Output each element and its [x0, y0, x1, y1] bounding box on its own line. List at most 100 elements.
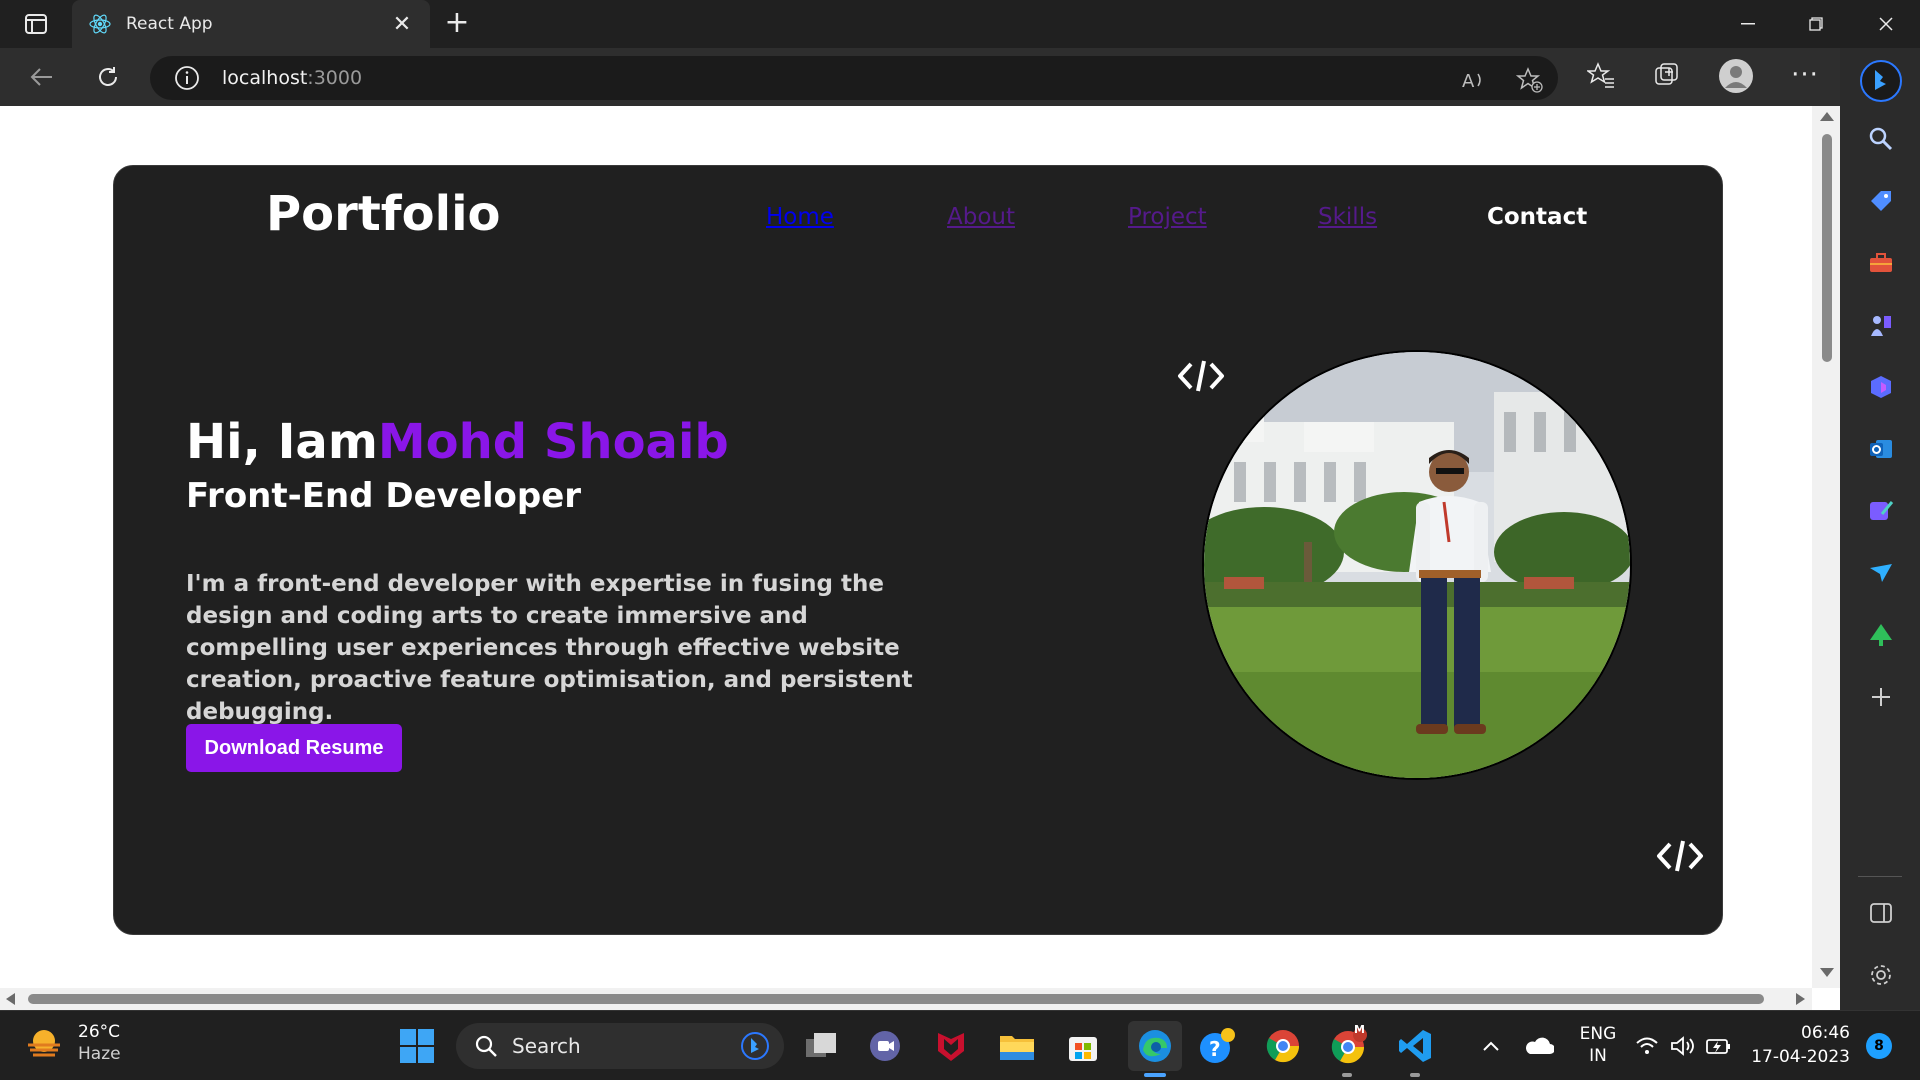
language-code: ENG	[1579, 1024, 1617, 1044]
site-logo[interactable]: Portfolio	[266, 186, 501, 242]
browser-tab[interactable]: React App ✕	[72, 0, 430, 48]
nav-link-skills[interactable]: Skills	[1318, 204, 1377, 230]
code-icon	[1178, 360, 1224, 392]
horizontal-scroll-thumb[interactable]	[28, 994, 1764, 1004]
edge-browser-icon[interactable]	[1128, 1021, 1182, 1071]
tree-icon[interactable]	[1866, 620, 1896, 650]
add-sidebar-app-icon[interactable]	[1866, 682, 1896, 712]
profile-photo	[1202, 350, 1632, 780]
browser-tab-bar: React App ✕ +	[0, 0, 1920, 48]
chrome-icon[interactable]	[1262, 1025, 1304, 1067]
download-resume-button[interactable]: Download Resume	[186, 724, 402, 772]
bing-copilot-icon[interactable]	[1860, 60, 1902, 102]
edge-sidebar	[1840, 48, 1920, 1010]
microsoft-365-icon[interactable]	[1866, 372, 1896, 402]
search-icon	[475, 1035, 497, 1057]
arrow-left-icon	[30, 68, 52, 86]
nav-link-contact[interactable]: Contact	[1487, 204, 1587, 230]
new-tab-button[interactable]: +	[440, 8, 474, 40]
scroll-up-arrow-icon[interactable]	[1820, 112, 1834, 121]
clock-date: 17-04-2023	[1751, 1047, 1850, 1067]
url-host: localhost	[222, 67, 308, 89]
nav-link-project[interactable]: Project	[1128, 204, 1207, 230]
vertical-scrollbar[interactable]	[1812, 106, 1840, 988]
games-icon[interactable]	[1866, 310, 1896, 340]
add-favorite-icon[interactable]	[1516, 66, 1544, 94]
url-port: :3000	[307, 67, 363, 89]
tab-close-icon[interactable]: ✕	[390, 12, 414, 37]
more-options-icon[interactable]: ···	[1790, 60, 1820, 90]
send-icon[interactable]	[1866, 558, 1896, 588]
chrome-running-indicator	[1342, 1073, 1352, 1077]
outlook-icon[interactable]	[1866, 434, 1896, 464]
weather-widget[interactable]: 26°C Haze	[24, 1021, 121, 1065]
svg-text:?: ?	[1209, 1037, 1221, 1061]
onedrive-cloud-icon[interactable]	[1518, 1025, 1560, 1067]
hero-greeting: Hi, IamMohd Shoaib	[186, 414, 729, 470]
back-button[interactable]	[22, 57, 62, 97]
tab-actions-button[interactable]	[16, 10, 56, 38]
sidebar-divider	[1858, 876, 1902, 877]
vscode-running-indicator	[1410, 1073, 1420, 1077]
hero-name: Mohd Shoaib	[377, 414, 729, 470]
weather-temperature: 26°C	[78, 1022, 121, 1042]
scroll-left-arrow-icon[interactable]	[6, 993, 15, 1005]
settings-gear-icon[interactable]	[1866, 960, 1896, 990]
hero-role: Front-End Developer	[186, 476, 582, 516]
chevron-up-icon[interactable]	[1470, 1025, 1512, 1067]
page-viewport: Portfolio Home About Project Skills Cont…	[0, 106, 1840, 1010]
horizontal-scrollbar[interactable]	[0, 988, 1812, 1010]
svg-text:A: A	[1462, 71, 1475, 92]
restore-icon	[1809, 17, 1823, 31]
chrome-profile-icon[interactable]: M	[1328, 1023, 1370, 1067]
read-aloud-icon[interactable]: A	[1460, 66, 1488, 94]
tab-title: React App	[126, 14, 213, 34]
region-code: IN	[1589, 1046, 1607, 1066]
portfolio-hero-card: Portfolio Home About Project Skills Cont…	[113, 165, 1723, 935]
restore-button[interactable]	[1782, 0, 1850, 48]
designer-icon[interactable]	[1866, 496, 1896, 526]
search-label: Search	[512, 1034, 581, 1058]
scroll-right-arrow-icon[interactable]	[1796, 993, 1805, 1005]
react-icon	[89, 14, 111, 34]
nav-link-home[interactable]: Home	[766, 204, 834, 230]
vscode-icon[interactable]	[1394, 1025, 1436, 1067]
notification-badge[interactable]: 8	[1866, 1033, 1892, 1059]
weather-condition: Haze	[78, 1044, 121, 1064]
haze-sun-icon	[28, 1030, 60, 1057]
hide-sidebar-icon[interactable]	[1866, 898, 1896, 928]
profile-avatar[interactable]	[1718, 58, 1754, 94]
favorites-icon[interactable]	[1586, 60, 1616, 90]
battery-charging-icon[interactable]	[1704, 1025, 1734, 1067]
scroll-down-arrow-icon[interactable]	[1820, 968, 1834, 977]
minimize-icon	[1741, 23, 1755, 25]
microsoft-store-icon[interactable]	[1062, 1025, 1104, 1067]
search-icon[interactable]	[1866, 124, 1896, 154]
taskbar-search[interactable]: Search	[456, 1023, 784, 1069]
reload-button[interactable]	[88, 57, 128, 97]
input-language[interactable]: ENG IN	[1570, 1023, 1626, 1067]
windows-start-icon[interactable]	[396, 1025, 438, 1067]
window-close-button[interactable]	[1852, 0, 1920, 48]
teams-chat-icon[interactable]	[864, 1025, 906, 1067]
collections-icon[interactable]	[1652, 60, 1682, 90]
address-bar[interactable]: localhost :3000 A	[150, 56, 1558, 100]
mcafee-icon[interactable]	[930, 1025, 972, 1067]
refresh-icon	[99, 67, 117, 86]
minimize-button[interactable]	[1714, 0, 1782, 48]
file-explorer-icon[interactable]	[996, 1025, 1038, 1067]
help-app-icon[interactable]: ?	[1196, 1025, 1238, 1067]
volume-icon[interactable]	[1668, 1025, 1698, 1067]
windows-taskbar: 26°C Haze Search ? M ENG IN 06:46 17-04-…	[0, 1010, 1920, 1080]
shopping-tag-icon[interactable]	[1866, 186, 1896, 216]
tab-actions-icon	[25, 14, 47, 34]
system-clock[interactable]: 06:46 17-04-2023	[1740, 1021, 1850, 1069]
vertical-scroll-thumb[interactable]	[1822, 134, 1832, 362]
info-icon[interactable]	[174, 65, 200, 91]
wifi-icon[interactable]	[1632, 1025, 1662, 1067]
nav-link-about[interactable]: About	[947, 204, 1015, 230]
code-icon	[1657, 840, 1703, 872]
chrome-profile-badge: M	[1354, 1023, 1365, 1036]
tools-briefcase-icon[interactable]	[1866, 248, 1896, 278]
task-view-icon[interactable]	[800, 1025, 842, 1067]
